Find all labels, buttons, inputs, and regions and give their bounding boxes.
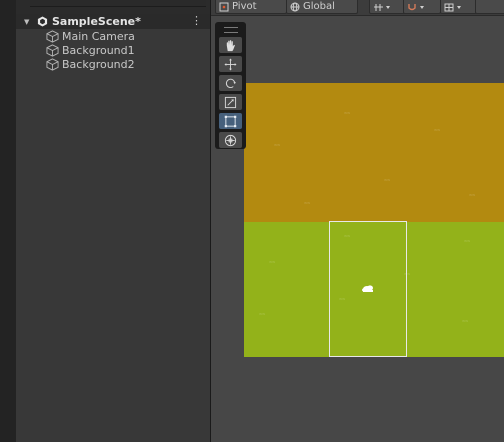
scene-name: SampleScene* — [52, 15, 141, 28]
scale-icon — [224, 96, 237, 108]
globe-icon — [290, 2, 300, 11]
move-arrows-icon — [224, 57, 237, 71]
hierarchy-item-label: Background1 — [62, 43, 135, 57]
grass-tuft-icon: ʷʷ — [344, 111, 351, 118]
global-toggle[interactable]: Global — [286, 0, 358, 14]
grass-tuft-icon: ʷʷ — [384, 178, 391, 185]
scene-row[interactable]: ▼ SampleScene* ⋮ — [16, 14, 210, 29]
transform-tool-button[interactable] — [219, 132, 242, 148]
hierarchy-item-background1[interactable]: Background1 — [46, 43, 135, 57]
hand-icon — [226, 39, 235, 51]
gameobject-cube-icon — [46, 43, 59, 57]
hierarchy-search-field[interactable] — [30, 0, 206, 7]
grid-icon — [444, 3, 461, 11]
grass-tuft-icon: ʷʷ — [464, 239, 471, 246]
grid-snap-icon — [374, 3, 390, 11]
hierarchy-panel: ▼ SampleScene* ⋮ Main Camera Background1… — [16, 0, 211, 442]
fold-arrow-icon[interactable]: ▼ — [24, 18, 34, 26]
rect-tool-button[interactable] — [219, 113, 242, 129]
grass-tuft-icon: ʷʷ — [259, 312, 266, 319]
grass-tuft-icon: ʷʷ — [304, 201, 311, 208]
hierarchy-item-label: Main Camera — [62, 29, 135, 43]
tool-palette — [215, 22, 246, 149]
hierarchy-header — [16, 0, 210, 14]
unity-editor: ▼ SampleScene* ⋮ Main Camera Background1… — [0, 0, 504, 442]
scene-canvas[interactable]: ʷʷ ʷʷ ʷʷ ʷʷ ʷʷ ʷʷ ʷʷ ʷʷ ʷʷ ʷʷ ʷʷ ʷʷ ʷʷ — [244, 83, 504, 357]
rotate-tool-button[interactable] — [219, 75, 242, 91]
rect-transform-icon — [224, 115, 237, 127]
gameobject-cube-icon — [46, 57, 59, 71]
move-tool-button[interactable] — [219, 56, 242, 72]
pivot-label: Pivot — [232, 1, 257, 12]
pivot-toggle[interactable]: Pivot — [215, 0, 287, 14]
global-label: Global — [303, 1, 335, 12]
scene-menu-icon[interactable]: ⋮ — [191, 15, 202, 27]
scale-tool-button[interactable] — [219, 94, 242, 110]
rotate-icon — [225, 78, 236, 88]
hierarchy-item-main-camera[interactable]: Main Camera — [46, 29, 135, 43]
magnet-icon — [408, 3, 424, 10]
left-gutter — [0, 0, 16, 442]
grass-tuft-icon: ʷʷ — [274, 143, 281, 150]
grass-tuft-icon: ʷʷ — [434, 128, 441, 135]
grid-snap-button[interactable] — [403, 0, 441, 14]
hierarchy-item-background2[interactable]: Background2 — [46, 57, 135, 71]
grid-visibility-button[interactable] — [440, 0, 478, 14]
cloud-sprite[interactable] — [361, 283, 375, 295]
unity-scene-icon — [36, 16, 48, 28]
scene-toolbar: Pivot Global — [211, 0, 504, 16]
hierarchy-item-label: Background2 — [62, 57, 135, 71]
overflow-button[interactable] — [475, 0, 504, 14]
scene-view[interactable]: Pivot Global ʷʷ ʷʷ ʷʷ ʷʷ ʷʷ ʷʷ ʷʷ ʷʷ ʷʷ … — [211, 0, 504, 442]
background1-sprite[interactable]: ʷʷ ʷʷ ʷʷ ʷʷ ʷʷ ʷʷ — [244, 83, 504, 222]
hand-tool-button[interactable] — [219, 37, 242, 53]
pivot-icon — [219, 2, 229, 11]
grass-tuft-icon: ʷʷ — [462, 319, 469, 326]
grass-tuft-icon: ʷʷ — [469, 193, 476, 200]
transform-icon — [224, 134, 237, 146]
grass-tuft-icon: ʷʷ — [269, 260, 276, 267]
snap-increment-button[interactable] — [369, 0, 407, 14]
palette-drag-handle[interactable] — [224, 27, 238, 33]
gameobject-cube-icon — [46, 29, 59, 43]
